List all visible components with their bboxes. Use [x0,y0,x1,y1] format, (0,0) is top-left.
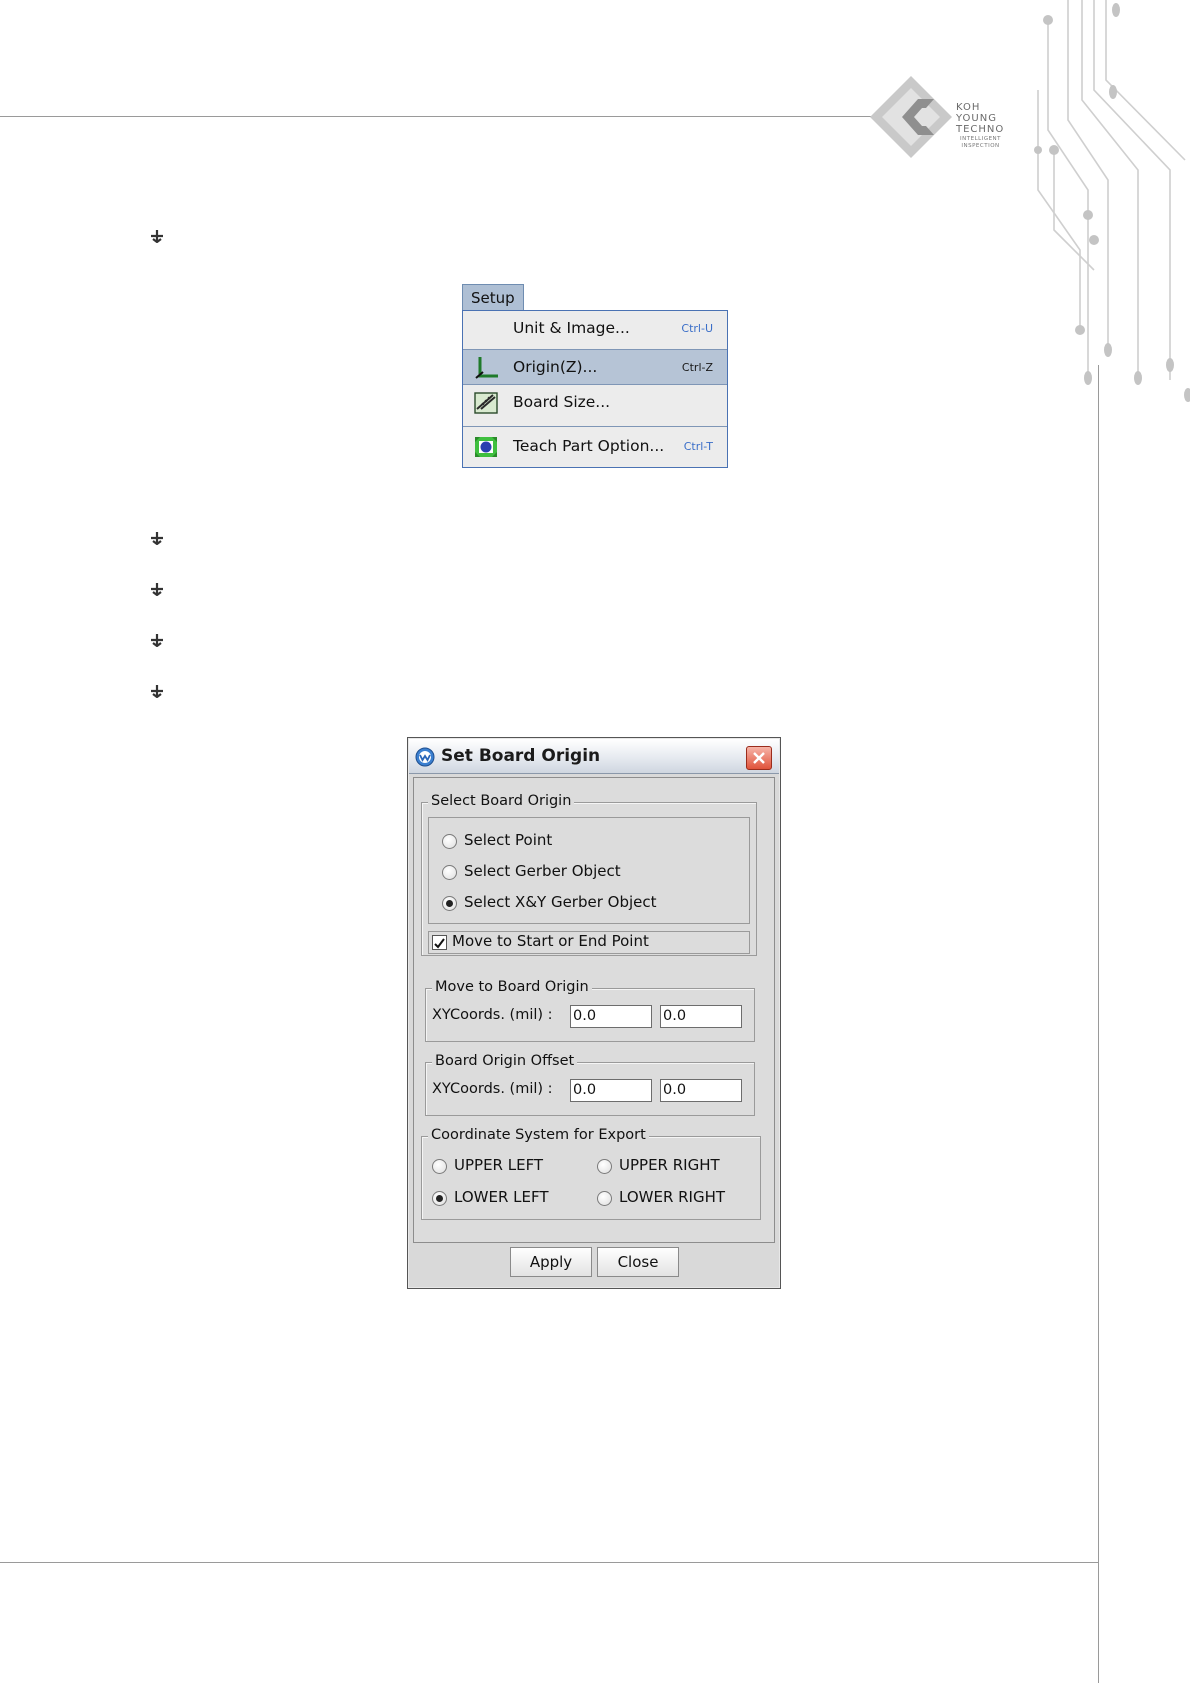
bullet-arrow-icon [151,532,163,545]
dialog-title: Set Board Origin [441,746,601,766]
radio-button[interactable] [597,1159,612,1174]
group-legend: Coordinate System for Export [428,1127,649,1143]
logo-text-line-1: KOH [956,102,981,113]
radio-label: LOWER RIGHT [619,1188,726,1206]
move-to-board-origin-group: Move to Board Origin XYCoords. (mil) : 0… [425,979,755,1042]
radio-label: UPPER LEFT [454,1156,544,1174]
radio-button[interactable] [432,1159,447,1174]
margin-rule [1098,365,1099,1683]
menu-item-shortcut: Ctrl-Z [681,361,713,374]
offset-y-field[interactable]: 0.0 [660,1079,742,1102]
teach-part-icon [475,437,497,457]
bullet-arrow-icon [151,685,163,698]
xy-coords-label: XYCoords. (mil) : [432,1081,553,1097]
logo-tagline: INTELLIGENT INSPECTION [960,136,1002,149]
menu-item-shortcut: Ctrl-T [683,440,713,453]
coordinate-system-group: Coordinate System for Export UPPER LEFT … [421,1127,761,1220]
select-board-origin-group: Select Board Origin Select Point Select … [421,793,757,956]
menu-item-shortcut: Ctrl-U [681,322,713,335]
menu-separator [463,426,727,427]
setup-menu-panel: Unit & Image... Ctrl-U Origin(Z)... Ctrl… [462,310,728,468]
apply-button[interactable]: Apply [510,1247,592,1277]
dialog-footer: Apply Close [413,1243,773,1283]
bullet-arrow-icon [151,230,163,243]
group-legend: Select Board Origin [428,793,575,809]
menu-item-board-size[interactable]: Board Size... [463,385,727,419]
close-window-button[interactable] [746,746,772,770]
radio-selected-dot [446,900,453,907]
app-icon [415,747,435,767]
radio-button[interactable] [442,896,457,911]
company-logo: KOH YOUNG TECHNO INTELLIGENT INSPECTION [868,74,1014,160]
dialog-body: Select Board Origin Select Point Select … [413,777,775,1243]
dialog-titlebar[interactable]: Set Board Origin [409,739,779,774]
origin-axes-icon [475,357,498,379]
move-checkbox-box: Move to Start or End Point [428,931,750,954]
radio-label: UPPER RIGHT [619,1156,720,1174]
radio-button[interactable] [597,1191,612,1206]
menu-item-teach-part-option[interactable]: Teach Part Option... Ctrl-T [463,429,727,463]
offset-x-field[interactable]: 0.0 [570,1079,652,1102]
move-y-field[interactable]: 0.0 [660,1005,742,1028]
xy-coords-label: XYCoords. (mil) : [432,1007,553,1023]
bullet-arrow-icon [151,583,163,596]
radio-label: Select Gerber Object [464,862,621,880]
radio-label: Select Point [464,831,553,849]
close-icon [753,752,765,764]
logo-text-line-3: TECHNO [956,124,1005,135]
move-x-field[interactable]: 0.0 [570,1005,652,1028]
menu-item-label: Teach Part Option... [513,437,665,455]
radio-button[interactable] [442,834,457,849]
checkbox[interactable] [432,935,447,950]
menu-title-setup[interactable]: Setup [462,284,524,311]
close-button[interactable]: Close [597,1247,679,1277]
menu-item-label: Unit & Image... [513,319,630,337]
footer-rule [0,1562,1098,1563]
radio-button[interactable] [432,1191,447,1206]
radio-button[interactable] [442,865,457,880]
header-rule [0,116,875,117]
check-mark-icon [434,938,445,949]
ruler-icon [474,392,498,414]
radio-selected-dot [436,1195,443,1202]
radio-label: Select X&Y Gerber Object [464,893,657,911]
circuit-decoration-icon [1034,0,1190,402]
group-legend: Board Origin Offset [432,1053,578,1069]
menu-item-unit-image[interactable]: Unit & Image... Ctrl-U [463,311,727,345]
checkbox-label: Move to Start or End Point [452,932,649,950]
logo-mark-icon [870,76,952,158]
menu-item-label: Origin(Z)... [513,358,598,376]
board-origin-offset-group: Board Origin Offset XYCoords. (mil) : 0.… [425,1053,755,1116]
menu-item-origin[interactable]: Origin(Z)... Ctrl-Z [463,349,727,385]
set-board-origin-dialog: Set Board Origin Select Board Origin Sel… [407,737,781,1289]
logo-text-line-2: YOUNG [956,113,997,124]
origin-options-box: Select Point Select Gerber Object Select… [428,817,750,924]
radio-label: LOWER LEFT [454,1188,549,1206]
menu-item-label: Board Size... [513,393,611,411]
setup-menu: Setup Unit & Image... Ctrl-U Origin(Z)..… [462,284,728,468]
bullet-arrow-icon [151,634,163,647]
group-legend: Move to Board Origin [432,979,592,995]
